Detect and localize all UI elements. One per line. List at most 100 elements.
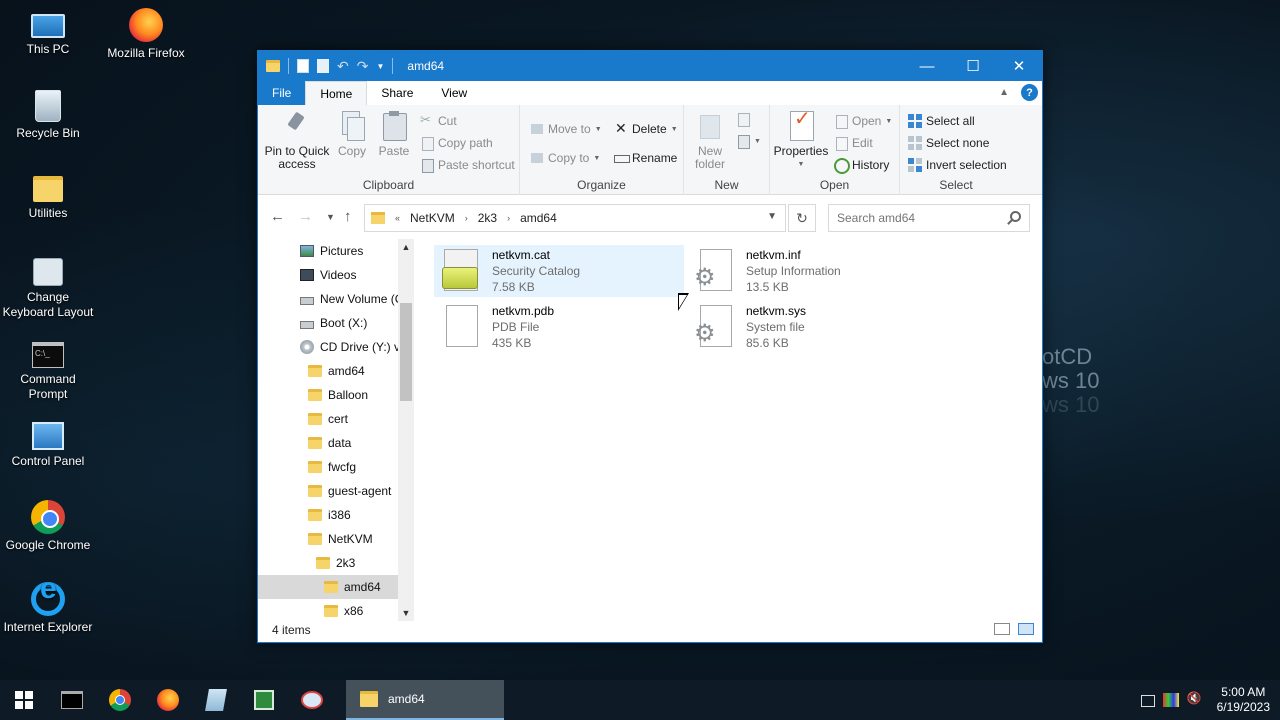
- chevron-right-icon[interactable]: ›: [465, 213, 468, 223]
- desktop-icon-recycle-bin[interactable]: Recycle Bin: [0, 90, 96, 141]
- rename-button[interactable]: Rename: [614, 148, 677, 168]
- nav-item-folder[interactable]: guest-agent: [258, 479, 414, 503]
- file-item[interactable]: netkvm.cat Security Catalog 7.58 KB: [434, 245, 684, 297]
- nav-item-videos[interactable]: Videos: [258, 263, 414, 287]
- search-icon[interactable]: [1010, 211, 1021, 222]
- nav-item-folder[interactable]: data: [258, 431, 414, 455]
- nav-item-folder[interactable]: fwcfg: [258, 455, 414, 479]
- desktop-icon-internet-explorer[interactable]: Internet Explorer: [0, 581, 96, 635]
- dropdown-arrow-icon: ▼: [594, 125, 602, 133]
- edit-button[interactable]: Edit: [834, 133, 873, 153]
- customize-toolbar-icon[interactable]: ▼: [376, 62, 384, 71]
- refresh-button[interactable]: ↻: [788, 204, 816, 232]
- volume-muted-icon[interactable]: [1187, 691, 1203, 707]
- desktop-icon-utilities[interactable]: Utilities: [0, 170, 96, 221]
- desktop-icon-control-panel[interactable]: Control Panel: [0, 418, 96, 469]
- taskbar-paint[interactable]: [288, 680, 336, 720]
- desktop-icon-google-chrome[interactable]: Google Chrome: [0, 500, 96, 553]
- new-item-button[interactable]: [736, 109, 750, 129]
- search-box[interactable]: [828, 204, 1030, 232]
- undo-icon[interactable]: ↶: [337, 58, 349, 75]
- desktop-icon-change-keyboard-layout[interactable]: Change Keyboard Layout: [0, 254, 96, 320]
- folder-icon: [316, 557, 330, 569]
- move-to-button[interactable]: Move to ▼: [530, 119, 602, 139]
- network-icon[interactable]: [1139, 693, 1155, 707]
- system-file-icon: [694, 303, 738, 351]
- new-folder-button[interactable]: New folder: [688, 109, 732, 171]
- address-bar[interactable]: « NetKVM › 2k3 › amd64 ▼: [364, 204, 786, 232]
- paste-shortcut-button[interactable]: Paste shortcut: [420, 155, 515, 175]
- taskbar-notepad[interactable]: [192, 680, 240, 720]
- chevron-up-icon[interactable]: ▲: [398, 239, 414, 255]
- breadcrumb-item[interactable]: 2k3: [478, 211, 497, 225]
- display-icon[interactable]: [1162, 693, 1179, 707]
- cut-button[interactable]: Cut: [420, 111, 457, 131]
- nav-item-folder[interactable]: amd64: [258, 359, 414, 383]
- nav-item-pictures[interactable]: Pictures: [258, 239, 414, 263]
- search-input[interactable]: [829, 211, 999, 225]
- redo-icon[interactable]: ↷: [357, 58, 369, 75]
- nav-item-folder[interactable]: Balloon: [258, 383, 414, 407]
- chevron-right-icon[interactable]: ›: [507, 213, 510, 223]
- copy-button[interactable]: Copy: [334, 109, 370, 158]
- tab-share[interactable]: Share: [367, 81, 428, 105]
- invert-selection-button[interactable]: Invert selection: [908, 155, 1007, 175]
- nav-item-folder[interactable]: cert: [258, 407, 414, 431]
- breadcrumb-overflow[interactable]: «: [395, 213, 400, 223]
- easy-access-button[interactable]: ▼: [736, 131, 761, 151]
- nav-item-folder[interactable]: i386: [258, 503, 414, 527]
- open-button[interactable]: Open ▼: [834, 111, 892, 131]
- new-folder-icon[interactable]: [317, 59, 329, 73]
- file-item[interactable]: netkvm.inf Setup Information 13.5 KB: [688, 245, 938, 297]
- file-item[interactable]: netkvm.sys System file 85.6 KB: [688, 301, 938, 353]
- taskbar-chrome[interactable]: [96, 680, 144, 720]
- desktop-icon-command-prompt[interactable]: C:\_ Command Prompt: [0, 336, 96, 402]
- recent-locations-icon[interactable]: ▼: [326, 212, 335, 222]
- properties-button[interactable]: Properties ▼: [772, 109, 830, 171]
- back-button[interactable]: ←: [270, 208, 285, 225]
- desktop-icon-firefox[interactable]: Mozilla Firefox: [98, 8, 194, 61]
- breadcrumb-item[interactable]: NetKVM: [410, 211, 455, 225]
- up-button[interactable]: ↑: [344, 208, 352, 225]
- details-view-icon[interactable]: [994, 623, 1010, 635]
- close-button[interactable]: ✕: [996, 51, 1042, 81]
- large-icons-view-icon[interactable]: [1018, 623, 1034, 635]
- file-item[interactable]: netkvm.pdb PDB File 435 KB: [434, 301, 684, 353]
- taskbar-firefox[interactable]: [144, 680, 192, 720]
- nav-item-cd-drive[interactable]: CD Drive (Y:) vi: [258, 335, 414, 359]
- start-button[interactable]: [0, 680, 48, 720]
- nav-item-folder-selected[interactable]: amd64: [258, 575, 414, 599]
- taskbar-explorer-window[interactable]: amd64: [346, 680, 504, 720]
- help-icon[interactable]: ?: [1021, 84, 1038, 101]
- history-button[interactable]: History: [834, 155, 889, 175]
- title-bar[interactable]: ↶ ↷ ▼ amd64 — ☐ ✕: [258, 51, 1042, 81]
- clock[interactable]: 5:00 AM 6/19/2023: [1217, 685, 1270, 715]
- desktop-icon-this-pc[interactable]: This PC: [0, 8, 96, 57]
- copy-to-button[interactable]: Copy to ▼: [530, 148, 600, 168]
- pin-to-quick-access-button[interactable]: Pin to Quick access: [262, 109, 332, 171]
- nav-item-folder[interactable]: 2k3: [258, 551, 414, 575]
- delete-button[interactable]: Delete ▼: [614, 119, 678, 139]
- select-all-button[interactable]: Select all: [908, 111, 975, 131]
- tab-view[interactable]: View: [427, 81, 482, 105]
- paste-button[interactable]: Paste: [376, 109, 412, 158]
- tab-home[interactable]: Home: [305, 81, 368, 105]
- maximize-button[interactable]: ☐: [950, 51, 996, 81]
- scrollbar-thumb[interactable]: [400, 303, 412, 401]
- minimize-ribbon-icon[interactable]: ▲: [999, 87, 1009, 98]
- properties-icon[interactable]: [297, 59, 309, 73]
- select-none-button[interactable]: Select none: [908, 133, 989, 153]
- nav-item-boot[interactable]: Boot (X:): [258, 311, 414, 335]
- chevron-down-icon[interactable]: ▼: [767, 211, 777, 222]
- tab-file[interactable]: File: [258, 81, 306, 105]
- minimize-button[interactable]: —: [904, 51, 950, 81]
- nav-scrollbar[interactable]: ▲ ▼: [398, 239, 414, 621]
- nav-item-folder[interactable]: NetKVM: [258, 527, 414, 551]
- forward-button[interactable]: →: [298, 208, 313, 225]
- ribbon-right-controls: ▲ ?: [999, 84, 1038, 101]
- taskbar-command-prompt[interactable]: [48, 680, 96, 720]
- copy-path-button[interactable]: Copy path: [420, 133, 493, 153]
- taskbar-spreadsheet[interactable]: [240, 680, 288, 720]
- nav-item-new-volume[interactable]: New Volume (C: [258, 287, 414, 311]
- breadcrumb-item[interactable]: amd64: [520, 211, 557, 225]
